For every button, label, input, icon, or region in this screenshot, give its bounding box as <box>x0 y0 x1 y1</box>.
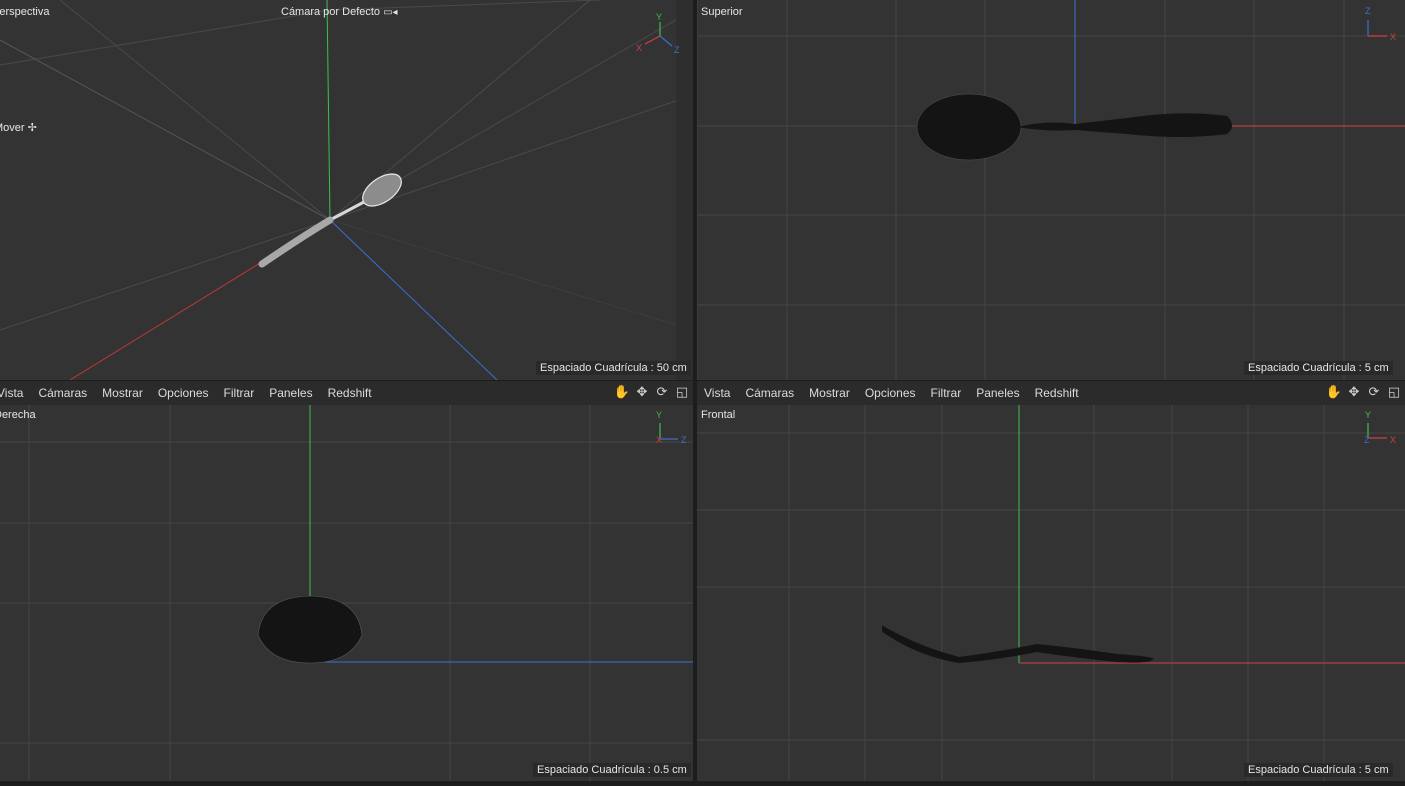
tool-name: Mover <box>0 122 25 134</box>
viewport-title-top[interactable]: Superior <box>701 6 743 19</box>
hand-icon[interactable]: ✋ <box>1326 384 1342 400</box>
gizmo-x-label: X <box>636 43 643 53</box>
menu-paneles[interactable]: Paneles <box>976 386 1019 400</box>
hand-icon[interactable]: ✋ <box>614 384 630 400</box>
menu-redshift[interactable]: Redshift <box>1035 386 1079 400</box>
perspective-scrollbar[interactable] <box>676 0 693 380</box>
front-scene <box>697 405 1405 781</box>
menubar-front-viewport: Vista Cámaras Mostrar Opciones Filtrar P… <box>697 381 1405 405</box>
top-scene <box>697 0 1405 380</box>
view-tools: ✋ ✥ ⟳ ◱ <box>614 384 689 400</box>
grid-spacing-right: Espaciado Cuadrícula : 0.5 cm <box>533 763 691 777</box>
grid-spacing-perspective: Espaciado Cuadrícula : 50 cm <box>536 361 691 375</box>
gizmo-z-label: Z <box>681 435 687 445</box>
camera-label[interactable]: Cámara por Defecto ▭◂ <box>281 6 398 19</box>
axis-gizmo-right <box>659 423 678 440</box>
gizmo-x-label: X <box>1390 32 1397 42</box>
menu-mostrar[interactable]: Mostrar <box>809 386 850 400</box>
view-tools: ✋ ✥ ⟳ ◱ <box>1326 384 1401 400</box>
gizmo-x-label: X <box>1390 435 1397 445</box>
menu-vista[interactable]: Vista <box>704 386 730 400</box>
spoon-model-front <box>882 625 1154 664</box>
menu-opciones[interactable]: Opciones <box>158 386 209 400</box>
right-scene <box>0 405 693 781</box>
axis-gizmo-perspective <box>644 22 673 47</box>
viewport-title-front[interactable]: Frontal <box>701 409 735 422</box>
viewport-right[interactable]: Derecha Y X Z Espaciado Cuadrícula : 0.5… <box>0 405 693 781</box>
menu-filtrar[interactable]: Filtrar <box>224 386 255 400</box>
maximize-icon[interactable]: ◱ <box>675 384 689 400</box>
gizmo-y-label: Y <box>1365 410 1372 420</box>
menubar-right-viewport: Vista Cámaras Mostrar Opciones Filtrar P… <box>0 381 693 405</box>
active-tool-label: Mover ✢ <box>0 122 37 135</box>
viewport-front[interactable]: Frontal Y Z X Espaciado Cuadrícula : 5 c… <box>697 405 1405 781</box>
camera-name: Cámara por Defecto <box>281 6 381 18</box>
move-arrows-icon[interactable]: ✥ <box>1347 384 1361 400</box>
grid-spacing-top: Espaciado Cuadrícula : 5 cm <box>1244 361 1393 375</box>
menu-filtrar[interactable]: Filtrar <box>931 386 962 400</box>
viewport-perspective[interactable]: Perspectiva Cámara por Defecto ▭◂ Mover … <box>0 0 693 380</box>
gizmo-z-label: Z <box>1365 6 1371 16</box>
gizmo-y-label: Y <box>656 12 663 22</box>
menu-vista[interactable]: Vista <box>0 386 23 400</box>
gizmo-z-label: Z <box>674 45 680 55</box>
gizmo-y-label: Y <box>656 410 663 420</box>
axis-gizmo-front <box>1367 423 1387 439</box>
move-icon: ✢ <box>27 122 37 134</box>
menu-camaras[interactable]: Cámaras <box>745 386 794 400</box>
menu-paneles[interactable]: Paneles <box>269 386 312 400</box>
menu-camaras[interactable]: Cámaras <box>38 386 87 400</box>
menu-mostrar[interactable]: Mostrar <box>102 386 143 400</box>
viewport-title-right[interactable]: Derecha <box>0 409 36 422</box>
viewport-top[interactable]: Superior Z X Espaciado Cuadrícula : 5 cm <box>697 0 1405 380</box>
perspective-scene <box>0 0 693 380</box>
axis-gizmo-top <box>1367 20 1387 37</box>
maximize-icon[interactable]: ◱ <box>1387 384 1401 400</box>
menu-opciones[interactable]: Opciones <box>865 386 916 400</box>
grid-spacing-front: Espaciado Cuadrícula : 5 cm <box>1244 763 1393 777</box>
gizmo-z-label: Z <box>1364 435 1370 445</box>
menu-redshift[interactable]: Redshift <box>328 386 372 400</box>
camera-icon: ▭◂ <box>383 7 398 18</box>
spoon-model-right <box>257 595 363 664</box>
move-arrows-icon[interactable]: ✥ <box>635 384 649 400</box>
rotate-icon[interactable]: ⟳ <box>655 384 669 400</box>
viewport-title-perspective[interactable]: Perspectiva <box>0 6 49 19</box>
gizmo-x-label: X <box>656 435 663 445</box>
rotate-icon[interactable]: ⟳ <box>1367 384 1381 400</box>
